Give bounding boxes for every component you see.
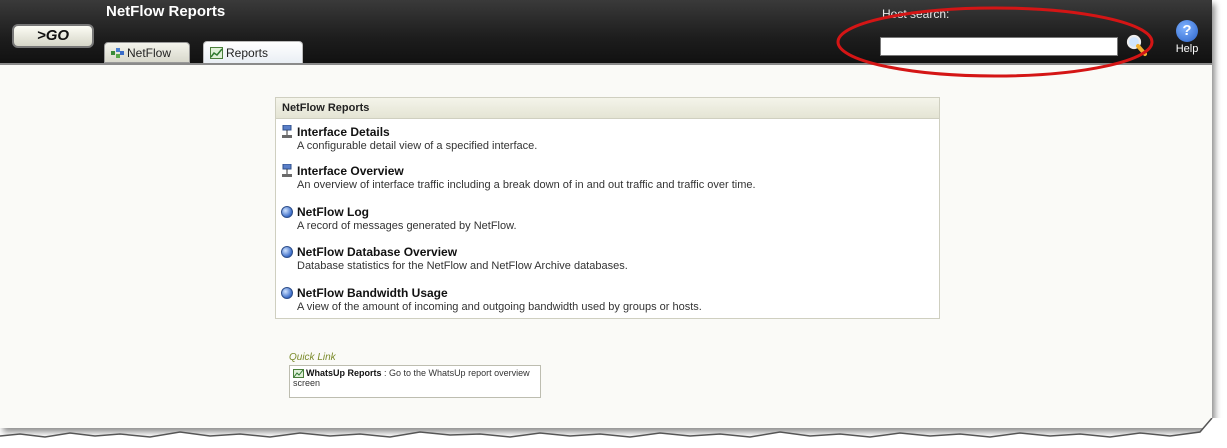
- netflow-icon: [111, 47, 124, 58]
- tab-netflow[interactable]: NetFlow: [104, 42, 190, 63]
- help-button[interactable]: ? Help: [1170, 20, 1204, 60]
- report-title[interactable]: Interface Overview: [297, 164, 404, 178]
- report-desc: Database statistics for the NetFlow and …: [297, 260, 628, 272]
- app-window: >GO NetFlow Reports NetFlow Reports Host…: [0, 0, 1212, 428]
- quick-link-box[interactable]: WhatsUp Reports : Go to the WhatsUp repo…: [289, 365, 541, 398]
- network-icon: [282, 125, 292, 138]
- globe-icon: [281, 287, 293, 299]
- quick-link-title: Quick Link: [289, 352, 336, 363]
- tab-netflow-label: NetFlow: [127, 45, 172, 60]
- report-title[interactable]: Interface Details: [297, 125, 390, 139]
- report-desc: A view of the amount of incoming and out…: [297, 301, 702, 313]
- report-item[interactable]: Interface Overview An overview of interf…: [281, 164, 931, 191]
- help-label: Help: [1175, 43, 1199, 55]
- network-icon: [282, 164, 292, 177]
- report-desc: An overview of interface traffic includi…: [297, 179, 756, 191]
- reports-panel: NetFlow Reports Interface Details A conf…: [275, 97, 940, 319]
- tab-reports[interactable]: Reports: [203, 41, 303, 63]
- app-title: NetFlow Reports: [106, 3, 226, 20]
- help-icon: ?: [1176, 20, 1198, 42]
- report-desc: A record of messages generated by NetFlo…: [297, 220, 517, 232]
- report-item[interactable]: NetFlow Log A record of messages generat…: [281, 205, 931, 232]
- panel-title: NetFlow Reports: [276, 98, 939, 119]
- torn-edge: [0, 418, 1227, 448]
- report-item[interactable]: NetFlow Database Overview Database stati…: [281, 245, 931, 272]
- globe-icon: [281, 206, 293, 218]
- report-item[interactable]: NetFlow Bandwidth Usage A view of the am…: [281, 286, 931, 313]
- report-item[interactable]: Interface Details A configurable detail …: [281, 125, 931, 152]
- report-title[interactable]: NetFlow Log: [297, 205, 369, 219]
- report-desc: A configurable detail view of a specifie…: [297, 140, 538, 152]
- report-title[interactable]: NetFlow Bandwidth Usage: [297, 286, 448, 300]
- reports-icon: [293, 369, 304, 379]
- tab-reports-label: Reports: [226, 45, 269, 60]
- reports-icon: [210, 46, 223, 59]
- quick-link-label[interactable]: WhatsUp Reports: [306, 368, 382, 378]
- annotation-ellipse: [836, 6, 1154, 78]
- globe-icon: [281, 246, 293, 258]
- go-button[interactable]: >GO: [12, 24, 94, 48]
- report-title[interactable]: NetFlow Database Overview: [297, 245, 457, 259]
